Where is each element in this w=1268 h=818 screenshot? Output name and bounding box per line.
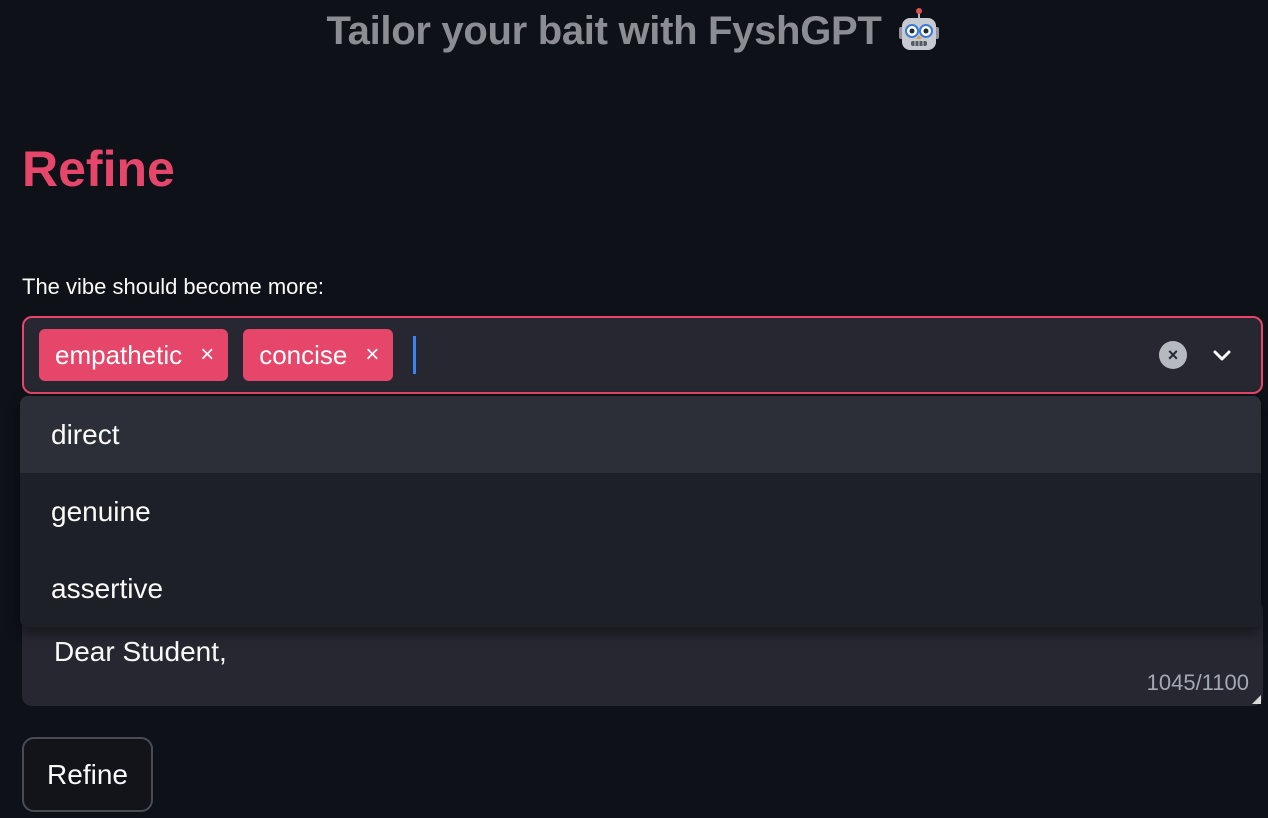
refine-button[interactable]: Refine (22, 737, 153, 812)
message-text: Dear Student, (54, 636, 227, 667)
option-genuine[interactable]: genuine (20, 473, 1261, 550)
chevron-down-icon[interactable] (1209, 342, 1235, 368)
section-heading: Refine (22, 141, 175, 197)
page: Tailor your bait with FyshGPT Refine The (0, 0, 1268, 818)
robot-face-icon (896, 8, 942, 54)
chip-concise: concise × (243, 329, 394, 381)
clear-circle-icon[interactable]: × (1159, 341, 1187, 369)
chip-label: empathetic (55, 339, 183, 370)
multiselect-controls: × (1159, 318, 1235, 392)
vibe-select-label: The vibe should become more: (22, 274, 325, 299)
chip-remove-icon[interactable]: × (365, 343, 379, 367)
option-assertive[interactable]: assertive (20, 550, 1261, 627)
chip-label: concise (259, 339, 348, 370)
app-title-text: Tailor your bait with FyshGPT (326, 8, 882, 53)
chip-empathetic: empathetic × (39, 329, 229, 381)
resize-handle-icon[interactable] (1252, 695, 1261, 704)
text-caret (413, 336, 417, 374)
vibe-multiselect[interactable]: empathetic × concise × × (22, 316, 1263, 394)
chip-remove-icon[interactable]: × (200, 343, 214, 367)
app-title: Tailor your bait with FyshGPT (0, 8, 1268, 54)
option-direct[interactable]: direct (20, 396, 1261, 473)
vibe-options-dropdown: direct genuine assertive (20, 396, 1261, 627)
char-counter: 1045/1100 (1146, 670, 1249, 695)
